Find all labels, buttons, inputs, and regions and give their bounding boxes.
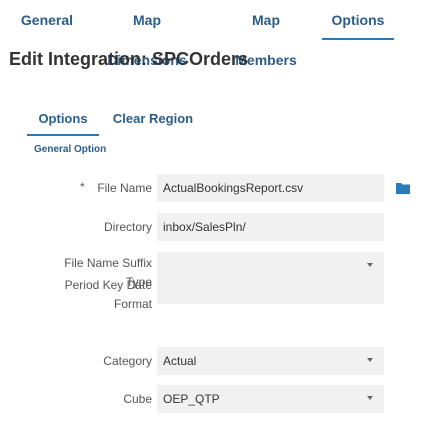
tab-map-members[interactable]: Map Members	[220, 0, 312, 68]
period-key-date-format-label: Period Key Date Format	[42, 276, 152, 314]
tab-general[interactable]: General	[20, 0, 74, 40]
directory-input[interactable]: inbox/SalesPln/	[157, 213, 384, 241]
category-select[interactable]: Actual	[157, 347, 384, 375]
tab-options[interactable]: Options	[322, 0, 394, 40]
page-title: Edit Integration: SPCOrders	[9, 49, 249, 69]
file-name-label: File Name	[97, 181, 152, 195]
cube-select[interactable]: OEP_QTP	[157, 385, 384, 413]
chevron-down-icon	[367, 396, 373, 400]
subtab-clear-region[interactable]: Clear Region	[110, 106, 196, 136]
directory-label: Directory	[103, 220, 152, 234]
file-name-suffix-type-label-line1: File Name Suffix	[64, 256, 152, 270]
cube-value: OEP_QTP	[163, 392, 220, 406]
file-name-input[interactable]: ActualBookingsReport.csv	[157, 174, 384, 202]
chevron-down-icon	[367, 358, 373, 362]
section-title: General Option	[34, 144, 107, 155]
subtab-options[interactable]: Options	[27, 106, 99, 136]
cube-label: Cube	[123, 392, 152, 406]
period-key-date-format-label-line2: Format	[113, 297, 152, 311]
top-tab-bar: General Map Dimensions Map Members Optio…	[0, 0, 422, 68]
chevron-down-icon	[367, 263, 373, 267]
period-key-date-format-label-line1: Period Key Date	[64, 278, 152, 292]
tab-map-dimensions[interactable]: Map Dimensions	[92, 0, 202, 68]
folder-icon[interactable]	[396, 182, 410, 194]
category-label: Category	[103, 354, 152, 368]
period-key-date-format-input[interactable]	[157, 276, 384, 304]
category-value: Actual	[163, 354, 197, 368]
